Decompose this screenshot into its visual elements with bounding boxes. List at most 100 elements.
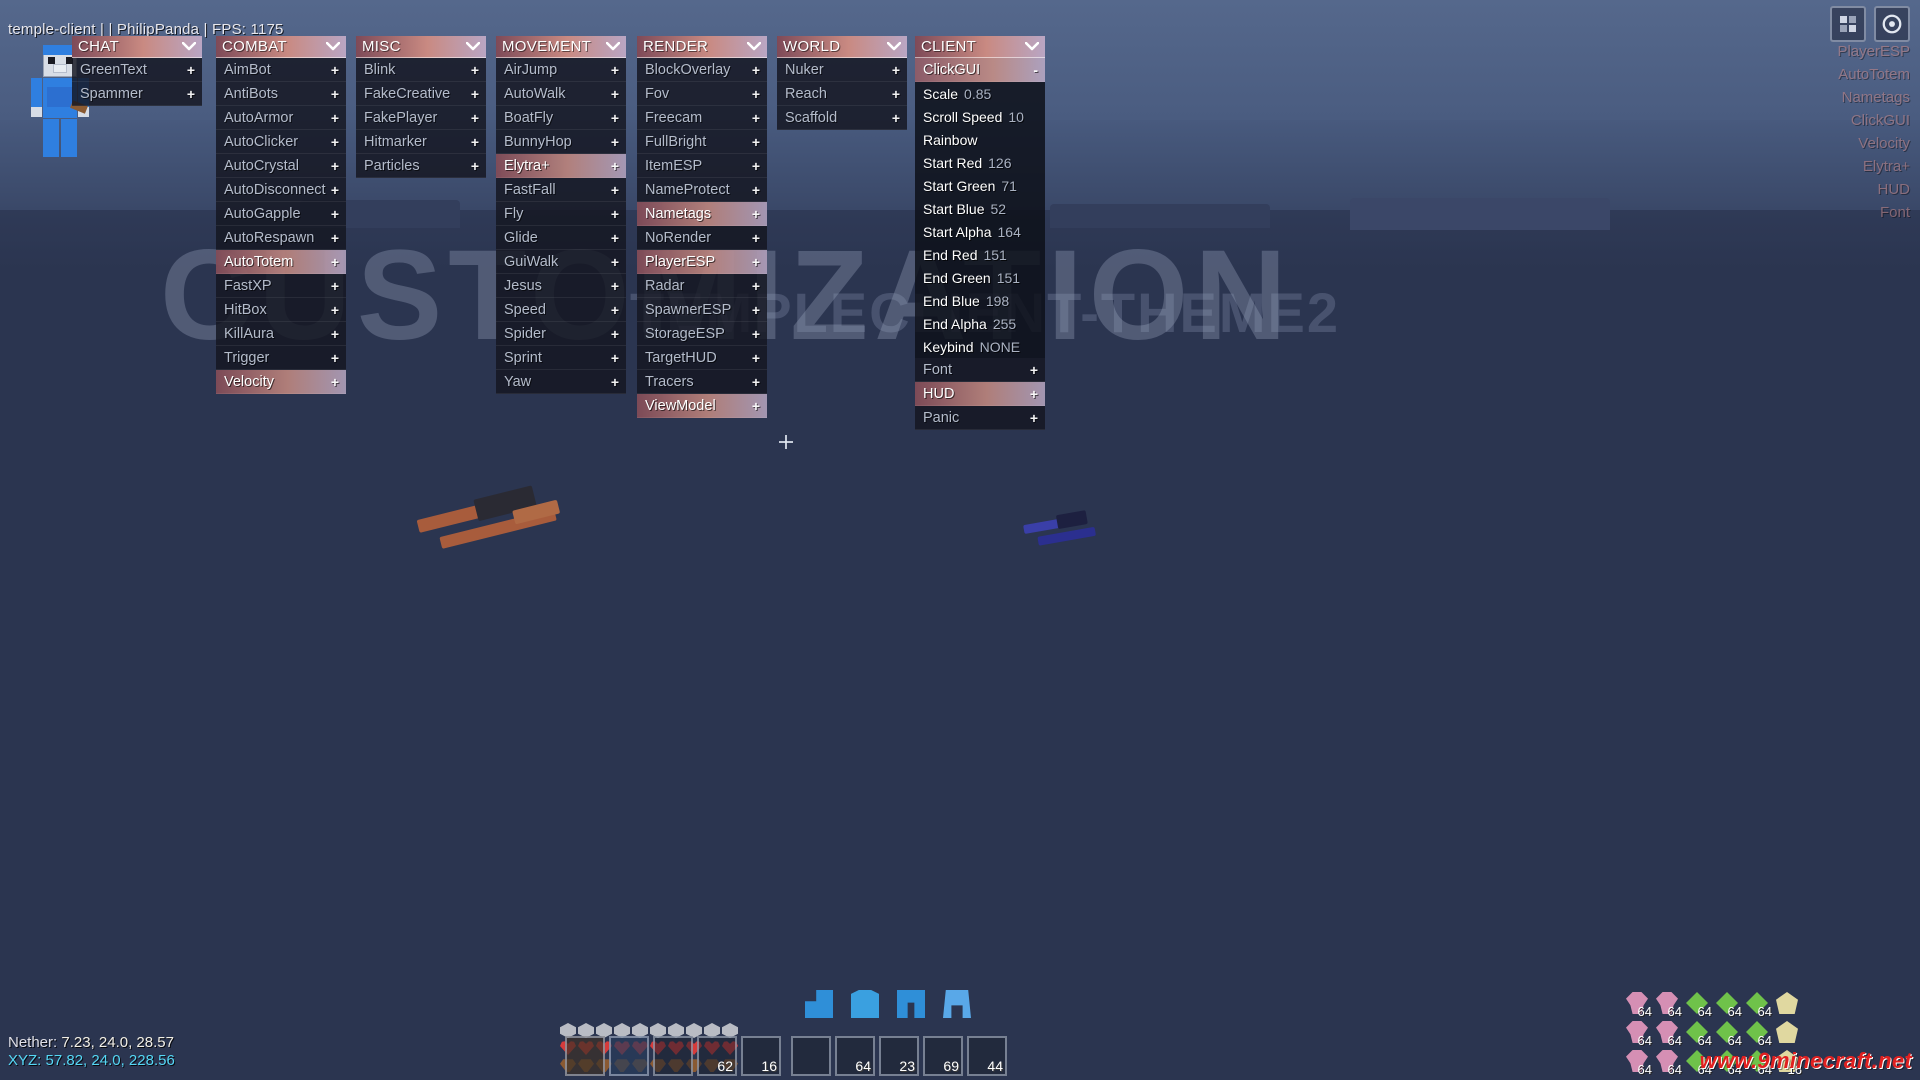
module-fly[interactable]: Fly +: [496, 202, 626, 226]
expand-toggle-icon[interactable]: +: [752, 62, 760, 78]
setting-keybind[interactable]: Keybind NONE: [915, 335, 1045, 358]
module-spider[interactable]: Spider +: [496, 322, 626, 346]
chevron-down-icon[interactable]: [466, 40, 480, 54]
module-radar[interactable]: Radar +: [637, 274, 767, 298]
module-trigger[interactable]: Trigger +: [216, 346, 346, 370]
module-autogapple[interactable]: AutoGapple +: [216, 202, 346, 226]
module-yaw[interactable]: Yaw +: [496, 370, 626, 394]
collapse-toggle-icon[interactable]: -: [1033, 62, 1038, 78]
module-blockoverlay[interactable]: BlockOverlay +: [637, 58, 767, 82]
inventory-cell[interactable]: [1774, 1019, 1800, 1045]
expand-toggle-icon[interactable]: +: [752, 254, 760, 270]
module-sprint[interactable]: Sprint +: [496, 346, 626, 370]
chevron-down-icon[interactable]: [747, 40, 761, 54]
expand-toggle-icon[interactable]: +: [331, 350, 339, 366]
panel-movement[interactable]: MOVEMENT AirJump + AutoWalk + BoatFly + BunnyHo…: [496, 36, 626, 394]
panel-misc[interactable]: MISC Blink + FakeCreative + FakePlayer + Hitmar…: [356, 36, 486, 178]
expand-toggle-icon[interactable]: +: [752, 374, 760, 390]
expand-toggle-icon[interactable]: +: [611, 86, 619, 102]
module-glide[interactable]: Glide +: [496, 226, 626, 250]
module-blink[interactable]: Blink +: [356, 58, 486, 82]
hotbar-slot[interactable]: 16: [741, 1036, 781, 1076]
module-autoarmor[interactable]: AutoArmor +: [216, 106, 346, 130]
expand-toggle-icon[interactable]: +: [892, 110, 900, 126]
module-storageesp[interactable]: StorageESP +: [637, 322, 767, 346]
module-fullbright[interactable]: FullBright +: [637, 130, 767, 154]
settings-gear-button[interactable]: [1874, 6, 1910, 42]
hotbar-slot[interactable]: [609, 1036, 649, 1076]
expand-toggle-icon[interactable]: +: [331, 278, 339, 294]
hotbar-slot[interactable]: 23: [879, 1036, 919, 1076]
module-fakeplayer[interactable]: FakePlayer +: [356, 106, 486, 130]
module-bunnyhop[interactable]: BunnyHop +: [496, 130, 626, 154]
module-hud[interactable]: HUD +: [915, 382, 1045, 406]
expand-toggle-icon[interactable]: +: [331, 254, 339, 270]
hotbar-slot[interactable]: 44: [967, 1036, 1007, 1076]
expand-toggle-icon[interactable]: +: [611, 182, 619, 198]
hotbar-slot[interactable]: [791, 1036, 831, 1076]
expand-toggle-icon[interactable]: +: [752, 158, 760, 174]
module-playeresp[interactable]: PlayerESP +: [637, 250, 767, 274]
inventory-cell[interactable]: 64: [1744, 990, 1772, 1019]
setting-start-blue[interactable]: Start Blue 52: [915, 197, 1045, 220]
module-boatfly[interactable]: BoatFly +: [496, 106, 626, 130]
expand-toggle-icon[interactable]: +: [331, 302, 339, 318]
module-fastfall[interactable]: FastFall +: [496, 178, 626, 202]
expand-toggle-icon[interactable]: +: [752, 110, 760, 126]
hotbar-slot[interactable]: 69: [923, 1036, 963, 1076]
expand-toggle-icon[interactable]: +: [471, 134, 479, 150]
expand-toggle-icon[interactable]: +: [611, 158, 619, 174]
module-killaura[interactable]: KillAura +: [216, 322, 346, 346]
expand-toggle-icon[interactable]: +: [471, 86, 479, 102]
module-tracers[interactable]: Tracers +: [637, 370, 767, 394]
module-panic[interactable]: Panic +: [915, 406, 1045, 430]
module-speed[interactable]: Speed +: [496, 298, 626, 322]
panel-world[interactable]: WORLD Nuker + Reach + Scaffold +: [777, 36, 907, 130]
module-scaffold[interactable]: Scaffold +: [777, 106, 907, 130]
module-targethud[interactable]: TargetHUD +: [637, 346, 767, 370]
chevron-down-icon[interactable]: [1025, 40, 1039, 54]
expand-toggle-icon[interactable]: +: [187, 86, 195, 102]
inventory-cell[interactable]: 64: [1714, 1019, 1742, 1048]
inventory-cell[interactable]: 64: [1624, 1048, 1652, 1077]
scoreboard-toggle-button[interactable]: [1830, 6, 1866, 42]
module-hitbox[interactable]: HitBox +: [216, 298, 346, 322]
setting-end-blue[interactable]: End Blue 198: [915, 289, 1045, 312]
chevron-down-icon[interactable]: [182, 40, 196, 54]
module-freecam[interactable]: Freecam +: [637, 106, 767, 130]
module-autoclicker[interactable]: AutoClicker +: [216, 130, 346, 154]
panel-combat[interactable]: COMBAT AimBot + AntiBots + AutoArmor + AutoClic…: [216, 36, 346, 394]
expand-toggle-icon[interactable]: +: [611, 206, 619, 222]
expand-toggle-icon[interactable]: +: [331, 326, 339, 342]
hotbar-slot[interactable]: [653, 1036, 693, 1076]
expand-toggle-icon[interactable]: +: [187, 62, 195, 78]
hotbar-slot[interactable]: 62: [697, 1036, 737, 1076]
module-itemesp[interactable]: ItemESP +: [637, 154, 767, 178]
inventory-cell[interactable]: 64: [1654, 990, 1682, 1019]
setting-end-green[interactable]: End Green 151: [915, 266, 1045, 289]
expand-toggle-icon[interactable]: +: [471, 62, 479, 78]
expand-toggle-icon[interactable]: +: [331, 182, 339, 198]
module-nametags[interactable]: Nametags +: [637, 202, 767, 226]
module-elytra-[interactable]: Elytra+ +: [496, 154, 626, 178]
panel-header-render[interactable]: RENDER: [637, 36, 767, 58]
expand-toggle-icon[interactable]: +: [331, 62, 339, 78]
setting-start-red[interactable]: Start Red 126: [915, 151, 1045, 174]
expand-toggle-icon[interactable]: +: [331, 206, 339, 222]
inventory-cell[interactable]: 64: [1624, 990, 1652, 1019]
module-greentext[interactable]: GreenText +: [72, 58, 202, 82]
expand-toggle-icon[interactable]: +: [331, 230, 339, 246]
inventory-cell[interactable]: [1774, 990, 1800, 1016]
chevron-down-icon[interactable]: [887, 40, 901, 54]
expand-toggle-icon[interactable]: +: [611, 134, 619, 150]
module-font[interactable]: Font +: [915, 358, 1045, 382]
setting-end-red[interactable]: End Red 151: [915, 243, 1045, 266]
expand-toggle-icon[interactable]: +: [1030, 410, 1038, 426]
expand-toggle-icon[interactable]: +: [1030, 362, 1038, 378]
panel-header-combat[interactable]: COMBAT: [216, 36, 346, 58]
module-fov[interactable]: Fov +: [637, 82, 767, 106]
module-autowalk[interactable]: AutoWalk +: [496, 82, 626, 106]
inventory-cell[interactable]: 64: [1714, 990, 1742, 1019]
expand-toggle-icon[interactable]: +: [892, 62, 900, 78]
inventory-cell[interactable]: 64: [1624, 1019, 1652, 1048]
